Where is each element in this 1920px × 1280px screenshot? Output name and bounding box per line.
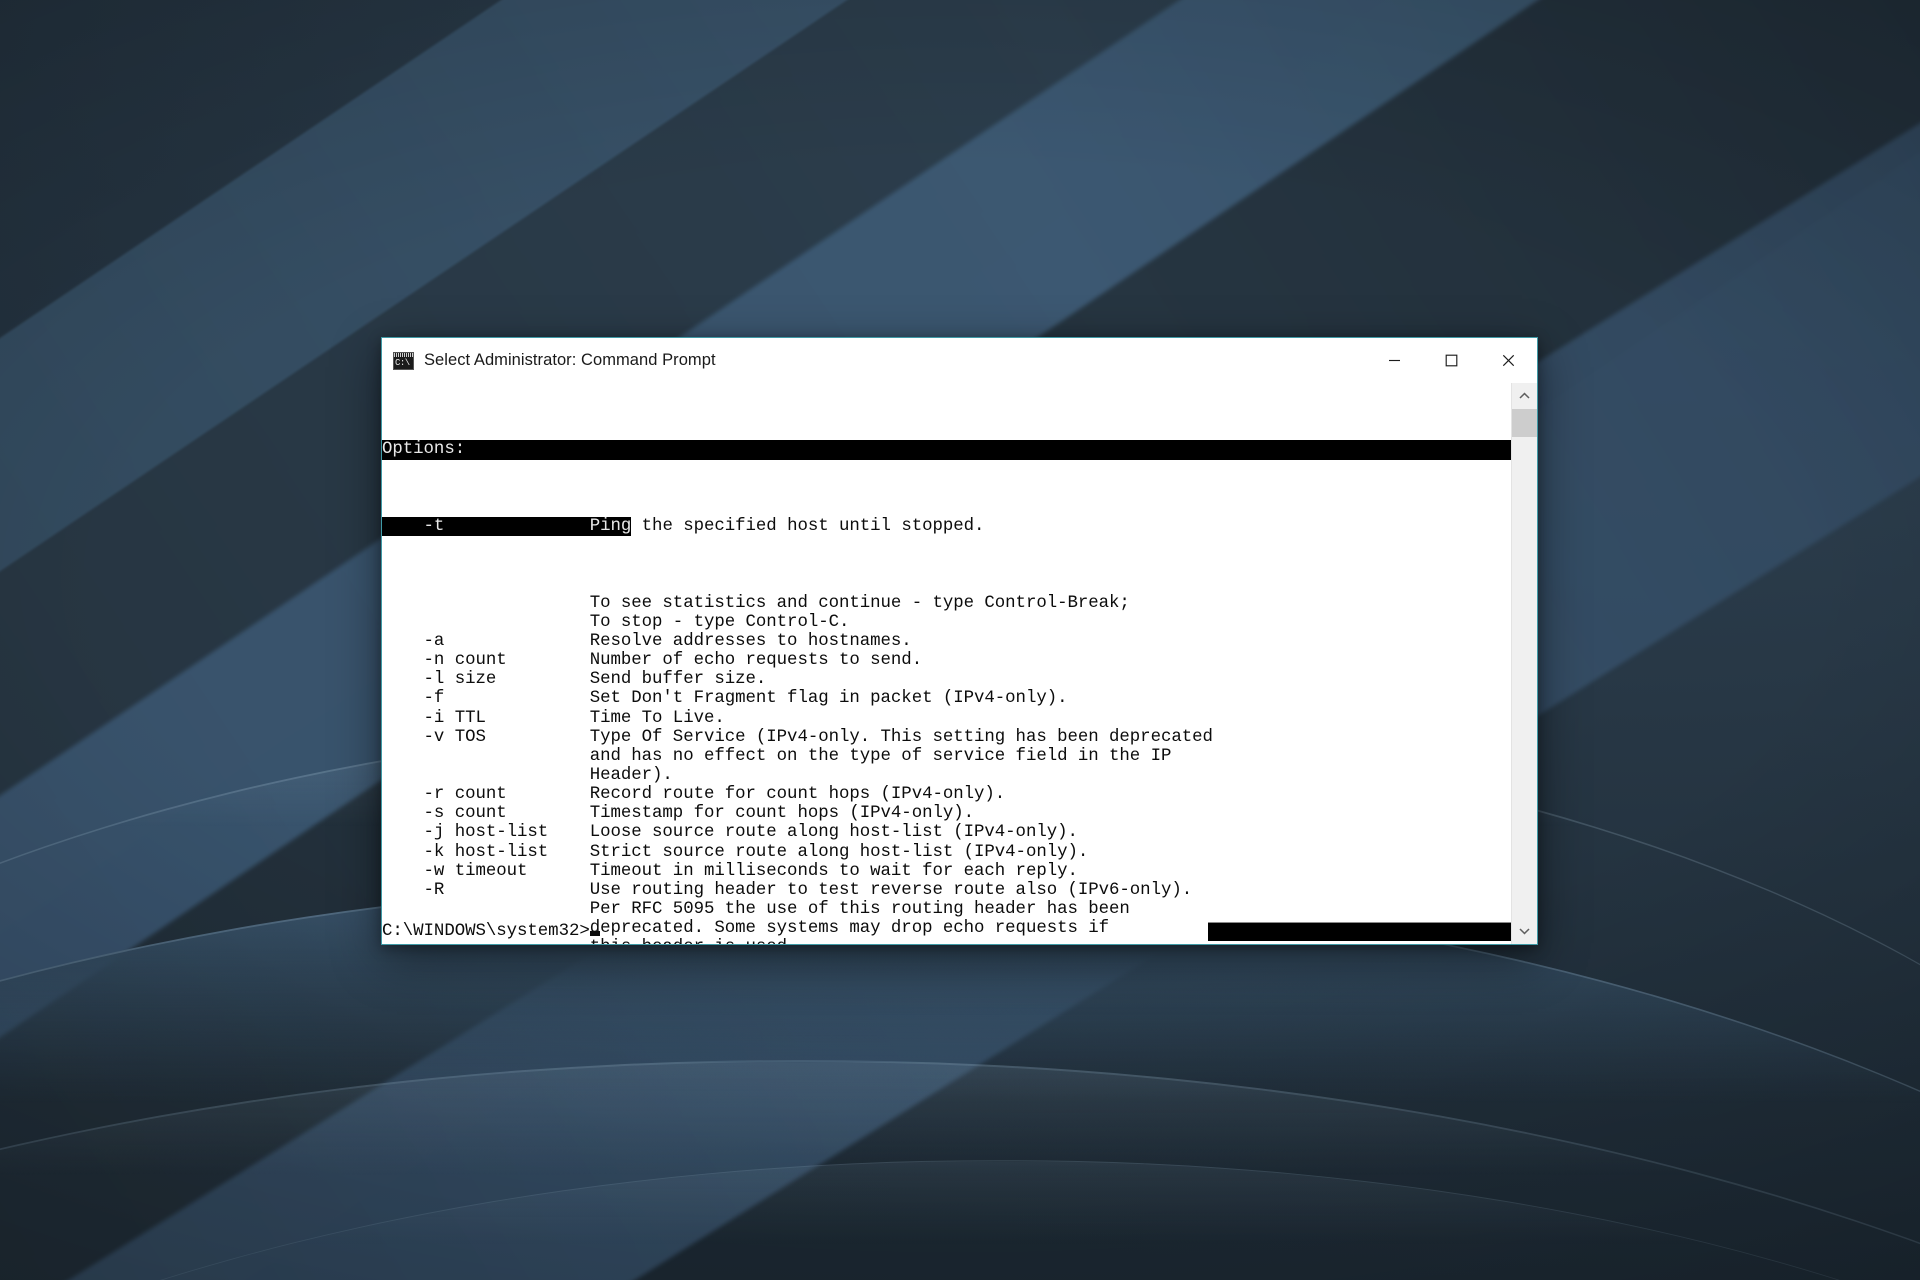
- console-line-text: -s count Timestamp for count hops (IPv4-…: [382, 804, 975, 824]
- block-cursor: [589, 930, 600, 936]
- console-line-text: -l size Send buffer size.: [382, 670, 767, 690]
- console-line: and has no effect on the type of service…: [382, 746, 1511, 766]
- console-line-text: To stop - type Control-C.: [382, 612, 850, 632]
- console-line-text: -i TTL Time To Live.: [382, 708, 725, 728]
- console-line: -w timeout Timeout in milliseconds to wa…: [382, 861, 1511, 881]
- scrollbar-track[interactable]: [1512, 409, 1537, 918]
- close-button[interactable]: [1480, 338, 1537, 383]
- scrollbar-up-button[interactable]: [1512, 383, 1537, 409]
- close-icon: [1502, 354, 1515, 367]
- console-line-text: -R Use routing header to test reverse ro…: [382, 880, 1193, 900]
- console-line: -s count Timestamp for count hops (IPv4-…: [382, 804, 1511, 824]
- minimize-button[interactable]: [1366, 338, 1423, 383]
- console-output[interactable]: Options: -t Ping the specified host unti…: [382, 383, 1511, 944]
- console-line: -n count Number of echo requests to send…: [382, 651, 1511, 671]
- console-line: -a Resolve addresses to hostnames.: [382, 631, 1511, 652]
- chevron-down-icon: [1519, 928, 1530, 935]
- console-line: -R Use routing header to test reverse ro…: [382, 880, 1511, 900]
- chevron-up-icon: [1519, 392, 1530, 399]
- console-line: -r count Record route for count hops (IP…: [382, 785, 1511, 805]
- console-line: -f Set Don't Fragment flag in packet (IP…: [382, 689, 1511, 709]
- console-line: -l size Send buffer size.: [382, 670, 1511, 690]
- console-unselected-tail-block: [1208, 921, 1511, 941]
- console-line: -i TTL Time To Live.: [382, 708, 1511, 728]
- prompt-text: C:\WINDOWS\system32>: [382, 921, 590, 941]
- console-line: Header).: [382, 765, 1511, 786]
- console-line-text: and has no effect on the type of service…: [382, 746, 1172, 766]
- console-line: -k host-list Strict source route along h…: [382, 842, 1511, 862]
- console-line-unselected-text: -t Ping: [382, 517, 632, 537]
- console-line-text: Header).: [382, 765, 673, 786]
- console-line-text: -f Set Don't Fragment flag in packet (IP…: [382, 689, 1068, 709]
- console-line: Per RFC 5095 the use of this routing hea…: [382, 899, 1511, 920]
- console-lines: To see statistics and continue - type Co…: [382, 593, 1511, 944]
- console-line: -j host-list Loose source route along ho…: [382, 823, 1511, 843]
- minimize-icon: [1389, 359, 1400, 362]
- console-line-text: -a Resolve addresses to hostnames.: [382, 631, 912, 652]
- console-line-selected-text: the specified host until stopped.: [631, 517, 985, 537]
- console-line-text: -r count Record route for count hops (IP…: [382, 785, 1006, 805]
- console-line-text: Options:: [382, 440, 466, 460]
- desktop: Select Administrator: Command Prompt: [0, 0, 1920, 1280]
- scrollbar-thumb[interactable]: [1512, 409, 1537, 437]
- console-scrollbar[interactable]: [1511, 383, 1537, 944]
- console-line-text: To see statistics and continue - type Co…: [382, 593, 1130, 613]
- command-prompt-window: Select Administrator: Command Prompt: [381, 337, 1538, 945]
- console-line-options-header: Options:: [382, 440, 1511, 460]
- maximize-button[interactable]: [1423, 338, 1480, 383]
- console-line: To see statistics and continue - type Co…: [382, 593, 1511, 613]
- window-controls: [1366, 338, 1537, 383]
- console-line-text: -v TOS Type Of Service (IPv4-only. This …: [382, 727, 1213, 747]
- console-line-option-t: -t Ping the specified host until stopped…: [382, 517, 1511, 537]
- console-area: Options: -t Ping the specified host unti…: [382, 383, 1537, 944]
- console-line-text: Per RFC 5095 the use of this routing hea…: [382, 899, 1130, 920]
- console-line: To stop - type Control-C.: [382, 612, 1511, 632]
- window-title: Select Administrator: Command Prompt: [424, 351, 716, 369]
- console-line: -v TOS Type Of Service (IPv4-only. This …: [382, 727, 1511, 747]
- cmd-console-icon: [393, 351, 414, 370]
- console-line-text: -j host-list Loose source route along ho…: [382, 823, 1078, 843]
- console-line-text: -n count Number of echo requests to send…: [382, 651, 923, 671]
- console-line-text: -k host-list Strict source route along h…: [382, 842, 1089, 862]
- scrollbar-down-button[interactable]: [1512, 918, 1537, 944]
- console-line-text: -w timeout Timeout in milliseconds to wa…: [382, 861, 1078, 881]
- window-titlebar[interactable]: Select Administrator: Command Prompt: [382, 338, 1537, 383]
- maximize-icon: [1445, 354, 1458, 367]
